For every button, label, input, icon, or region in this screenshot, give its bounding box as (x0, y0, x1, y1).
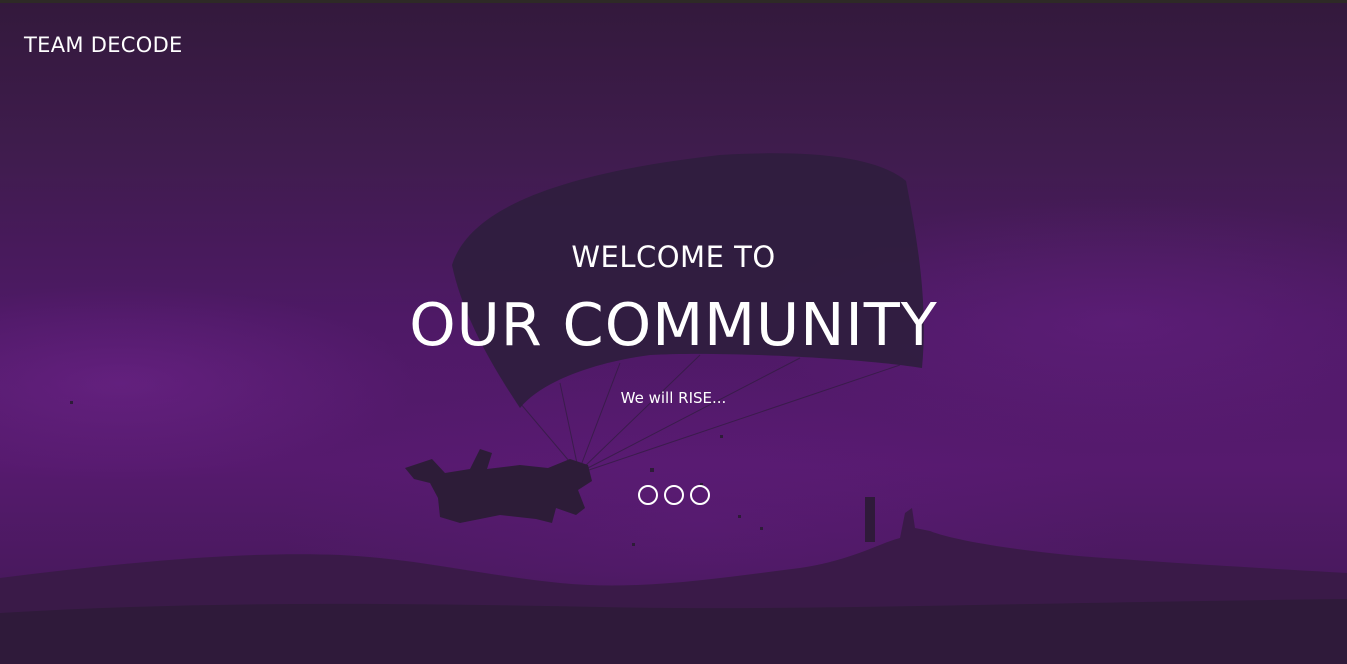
parachute-canopy (452, 153, 924, 408)
foreground-ground (0, 599, 1347, 664)
carousel-dot-2[interactable] (663, 485, 684, 505)
carousel-dot-3[interactable] (689, 485, 710, 505)
hero-section: TEAM DECODE WELCOME TO OUR COMMUNITY We … (0, 3, 1347, 664)
hero-tagline: We will RISE... (620, 389, 727, 407)
brand-logo-text[interactable]: TEAM DECODE (24, 33, 183, 57)
hero-welcome-text: WELCOME TO (571, 240, 776, 274)
carousel-dot-1[interactable] (637, 485, 658, 505)
carousel-indicators (0, 485, 1347, 505)
hero-headline: OUR COMMUNITY (409, 290, 938, 359)
